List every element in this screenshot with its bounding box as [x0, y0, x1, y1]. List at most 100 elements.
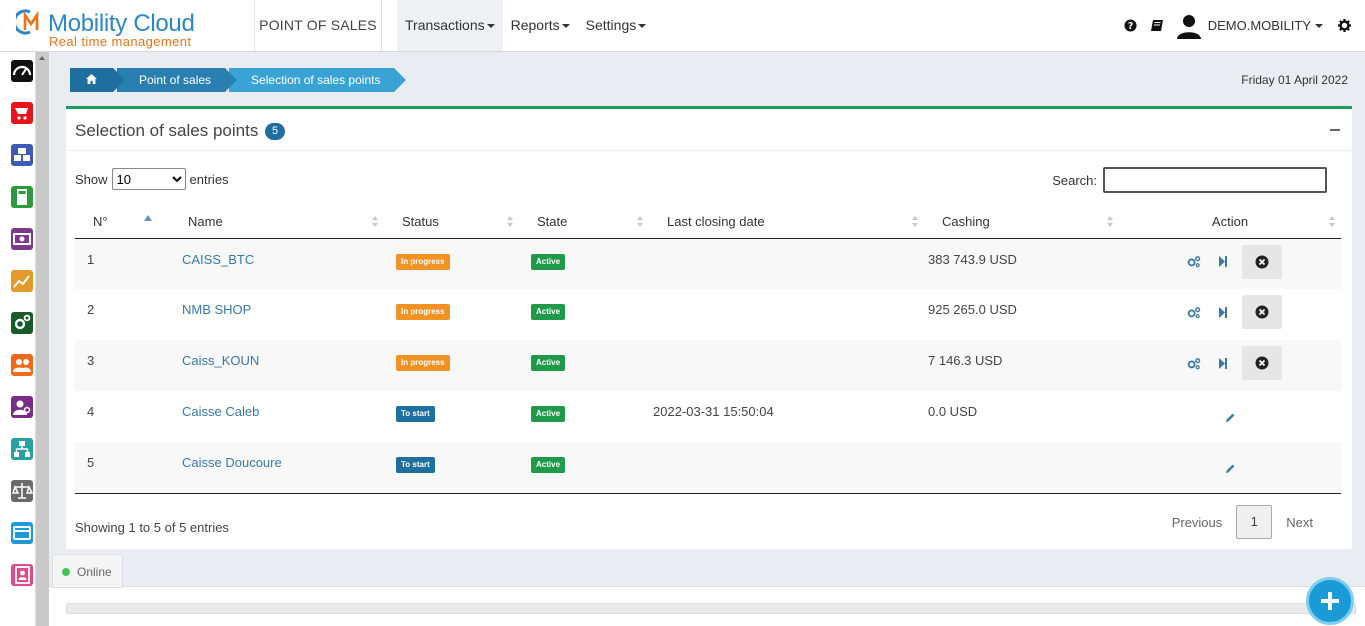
money-icon[interactable]: [11, 228, 33, 250]
state-badge: Active: [531, 406, 566, 422]
cell-cashing: 7 146.3 USD: [924, 340, 1119, 391]
table-row: 1 CAISS_BTC In progress Active 383 743.9 USD: [75, 238, 1341, 289]
configure-icon[interactable]: [1178, 348, 1208, 378]
cell-last-closing: [649, 238, 924, 289]
previous-page-button[interactable]: Previous: [1160, 515, 1235, 530]
configure-icon[interactable]: [1178, 247, 1208, 277]
menu-settings[interactable]: Settings: [578, 0, 655, 51]
menu-reports-label: Reports: [510, 17, 560, 33]
sales-point-link[interactable]: Caiss_KOUN: [182, 353, 259, 368]
configure-icon[interactable]: [1178, 297, 1208, 327]
cell-action: [1119, 442, 1341, 494]
edit-icon[interactable]: [1215, 454, 1245, 484]
cubes-icon[interactable]: [11, 144, 33, 166]
cell-cashing: 383 743.9 USD: [924, 238, 1119, 289]
sort-icon: [1107, 216, 1113, 228]
book-icon[interactable]: [1144, 13, 1170, 39]
page-button-current[interactable]: 1: [1236, 505, 1273, 539]
sales-point-link[interactable]: NMB SHOP: [182, 302, 251, 317]
gears-icon[interactable]: [11, 312, 33, 334]
table-row: 2 NMB SHOP In progress Active 925 265.0 USD: [75, 289, 1341, 340]
page-size-control: Show 10 entries: [75, 168, 229, 190]
breadcrumb-home[interactable]: [70, 68, 125, 92]
breadcrumb-point-of-sales[interactable]: Point of sales: [117, 68, 238, 92]
cell-name: Caiss_KOUN: [170, 340, 384, 391]
column-header-last-closing[interactable]: Last closing date: [649, 205, 924, 239]
status-badge: To start: [396, 457, 435, 473]
close-session-icon[interactable]: [1242, 295, 1282, 329]
horizontal-scrollbar[interactable]: [66, 603, 1356, 614]
breadcrumb: Point of sales Selection of sales points: [70, 68, 407, 92]
sort-icon: [912, 216, 918, 228]
cell-last-closing: [649, 289, 924, 340]
menu-reports[interactable]: Reports: [503, 0, 578, 51]
entries-label: entries: [189, 171, 229, 187]
gear-icon[interactable]: [1331, 13, 1357, 39]
page-size-select[interactable]: 10: [111, 168, 186, 190]
add-button[interactable]: [1306, 577, 1354, 625]
app-logo[interactable]: Mobility Cloud Real time management: [16, 8, 206, 49]
top-navbar: Mobility Cloud Real time management POIN…: [0, 0, 1365, 52]
close-session-icon[interactable]: [1242, 244, 1282, 279]
user-name: DEMO.MOBILITY: [1207, 18, 1311, 33]
next-page-button[interactable]: Next: [1274, 515, 1325, 530]
menu-transactions[interactable]: Transactions: [397, 0, 503, 51]
scroll-up-icon[interactable]: [39, 56, 45, 60]
cell-number: 5: [75, 442, 170, 494]
sales-points-panel: Selection of sales points 5 Show 10 entr…: [66, 106, 1352, 549]
step-forward-icon[interactable]: [1208, 247, 1238, 277]
cell-status: In progress: [384, 289, 519, 340]
count-badge: 5: [265, 123, 286, 140]
cell-state: Active: [519, 442, 649, 494]
sales-point-link[interactable]: CAISS_BTC: [182, 252, 254, 267]
help-icon[interactable]: ?: [1118, 13, 1144, 39]
current-date: Friday 01 April 2022: [1241, 73, 1348, 87]
column-header-status[interactable]: Status: [384, 205, 519, 239]
sidebar-scrollbar[interactable]: [36, 52, 49, 626]
search-control: Search:: [1052, 167, 1327, 193]
collapse-icon[interactable]: [1330, 129, 1340, 131]
user-menu[interactable]: DEMO.MOBILITY: [1176, 13, 1323, 39]
close-session-icon[interactable]: [1242, 346, 1282, 380]
state-badge: Active: [531, 457, 566, 473]
module-title[interactable]: POINT OF SALES: [254, 0, 382, 51]
users-icon[interactable]: [11, 354, 33, 376]
sales-point-link[interactable]: Caisse Caleb: [182, 404, 259, 419]
column-header-name[interactable]: Name: [170, 205, 384, 239]
step-forward-icon[interactable]: [1208, 348, 1238, 378]
balance-icon[interactable]: [11, 480, 33, 502]
menu-transactions-label: Transactions: [405, 17, 485, 33]
cell-number: 3: [75, 340, 170, 391]
cart-icon[interactable]: [11, 102, 33, 124]
status-badge: To start: [396, 406, 435, 422]
sitemap-icon[interactable]: [11, 438, 33, 460]
cell-number: 2: [87, 302, 95, 317]
cell-last-closing: [649, 442, 924, 494]
column-header-cashing[interactable]: Cashing: [924, 205, 1119, 239]
contacts-icon[interactable]: [11, 564, 33, 586]
cell-name: CAISS_BTC: [170, 238, 384, 289]
column-header-state[interactable]: State: [519, 205, 649, 239]
calculator-icon[interactable]: [11, 186, 33, 208]
row-actions: [1119, 346, 1341, 380]
column-header-action[interactable]: Action: [1119, 205, 1341, 239]
pagination: Previous 1 Next: [1160, 505, 1325, 539]
column-header-number[interactable]: N°: [75, 205, 170, 239]
column-header-label: N°: [93, 213, 108, 229]
card-icon[interactable]: [11, 522, 33, 544]
cell-status: In progress: [384, 238, 519, 289]
search-input[interactable]: [1103, 167, 1327, 193]
cell-state: Active: [519, 340, 649, 391]
step-forward-icon[interactable]: [1208, 297, 1238, 327]
edit-icon[interactable]: [1215, 403, 1245, 433]
chart-icon[interactable]: [11, 270, 33, 292]
dashboard-icon[interactable]: [11, 60, 33, 82]
user-search-icon[interactable]: [11, 396, 33, 418]
sales-point-link[interactable]: Caisse Doucoure: [182, 455, 282, 470]
cell-number: 4: [87, 404, 95, 419]
cell-state: Active: [519, 238, 649, 289]
breadcrumb-current: Selection of sales points: [229, 68, 407, 92]
table-row: 4 Caisse Caleb To start Active 2022-03-31 15…: [75, 391, 1341, 442]
cell-action: [1119, 289, 1341, 340]
cell-action: [1119, 238, 1341, 289]
